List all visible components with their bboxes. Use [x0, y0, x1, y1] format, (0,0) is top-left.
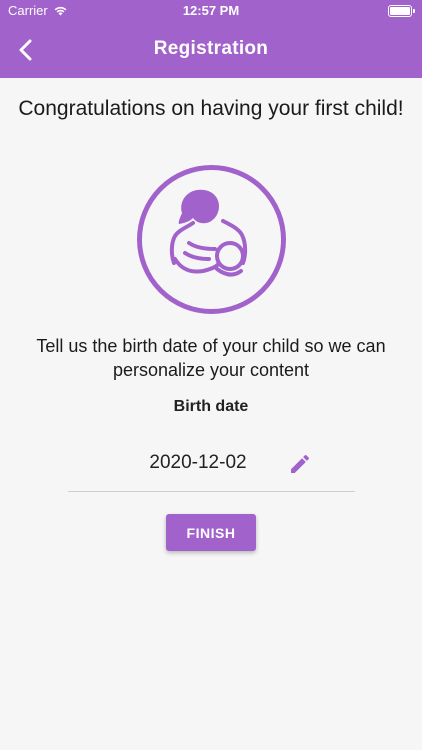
birth-date-label: Birth date [173, 398, 249, 415]
status-bar: Carrier 12:57 PM [0, 0, 422, 22]
finish-button[interactable]: FINISH [166, 514, 256, 551]
page-title: Registration [153, 38, 269, 59]
birth-date-field[interactable]: 2020-12-02 [68, 444, 355, 492]
navigation-bar: Registration [0, 22, 422, 78]
pencil-icon[interactable] [288, 452, 312, 476]
mother-breastfeeding-icon [137, 165, 286, 314]
app-header: Carrier 12:57 PM Registration [0, 0, 422, 78]
birth-date-instructions: Tell us the birth date of your child so … [36, 336, 386, 380]
battery-icon [388, 5, 415, 17]
congratulations-heading: Congratulations on having your first chi… [18, 97, 404, 120]
status-time: 12:57 PM [182, 3, 240, 18]
